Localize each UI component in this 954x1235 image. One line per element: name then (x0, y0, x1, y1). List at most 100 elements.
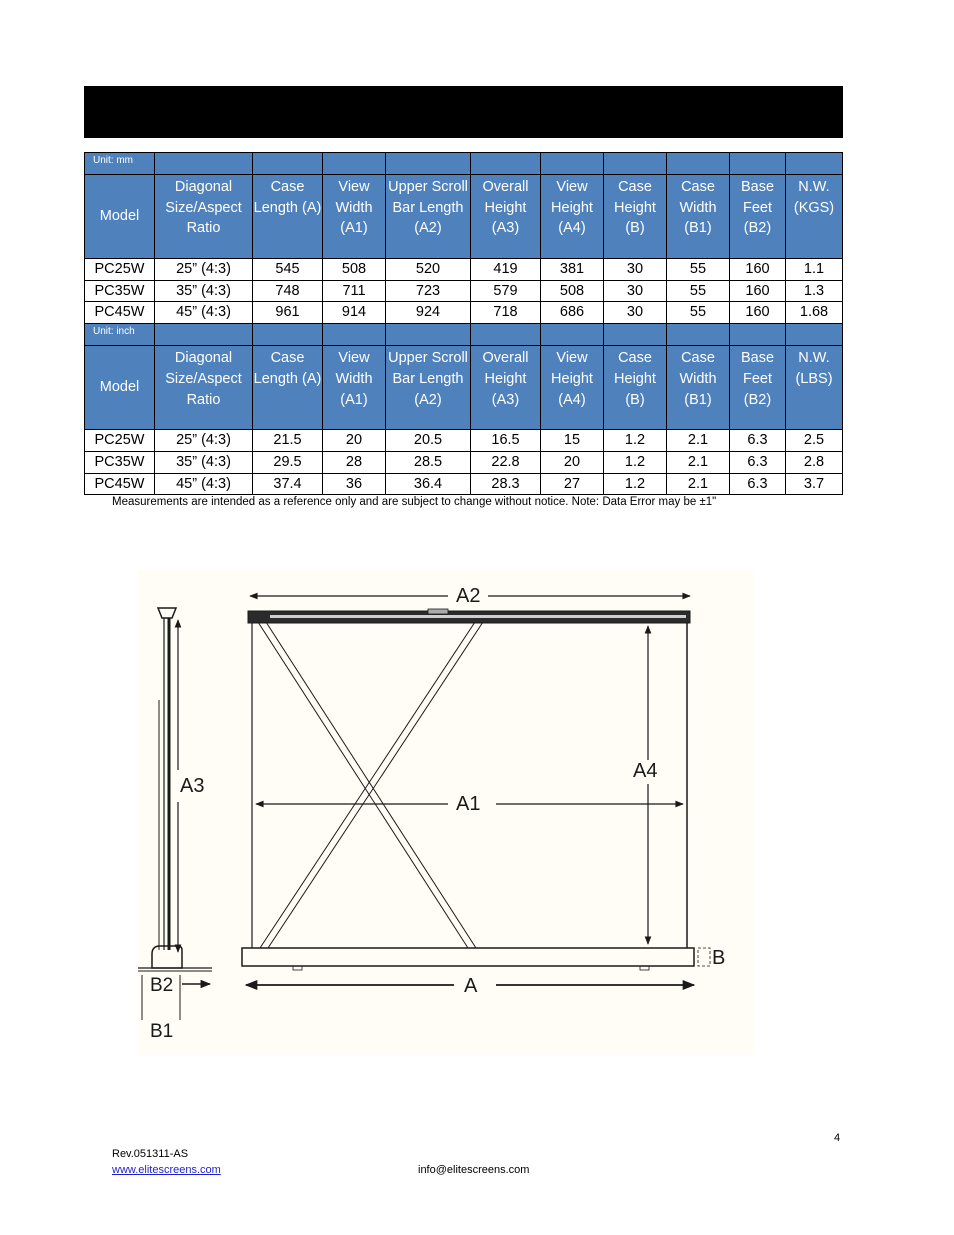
header-row: Model Diagonal Size/Aspect Ratio Case Leng… (84, 174, 843, 259)
value-cell: 36.4 (385, 472, 471, 496)
column-header: Diagonal Size/Aspect Ratio (154, 174, 253, 259)
blank-header-cell (470, 323, 541, 347)
value-cell: 381 (540, 258, 604, 281)
value-cell: 27 (540, 472, 604, 496)
table-row: PC45W 45” (4:3) 37.4 36 36.4 28.3 27 1.2 2.1 6.3 3… (84, 472, 843, 496)
blank-header-cell (540, 152, 604, 175)
value-cell: 29.5 (252, 450, 323, 474)
value-cell: 22.8 (470, 450, 541, 474)
value-cell: 45” (4:3) (154, 472, 253, 496)
value-cell: 55 (666, 301, 730, 325)
value-cell: 718 (470, 301, 541, 325)
value-cell: 1.2 (603, 429, 667, 452)
column-header: Overall Height (A3) (470, 174, 541, 259)
blank-header-cell (540, 323, 604, 347)
table-row: PC25W 25” (4:3) 21.5 20 20.5 16.5 15 1.2 2.1 6.3 2… (84, 429, 843, 452)
website-link[interactable]: www.elitescreens.com (112, 1164, 221, 1176)
model-cell: PC25W (84, 429, 155, 452)
value-cell: 508 (322, 258, 386, 281)
value-cell: 160 (729, 279, 786, 303)
blank-header-cell (154, 152, 253, 175)
model-cell: PC25W (84, 258, 155, 281)
value-cell: 1.68 (785, 301, 843, 325)
value-cell: 520 (385, 258, 471, 281)
value-cell: 30 (603, 279, 667, 303)
column-header: Case Width (B1) (666, 174, 730, 259)
value-cell: 20 (322, 429, 386, 452)
column-header: Case Length (A) (252, 174, 323, 259)
column-header: Model (84, 345, 155, 431)
page-number: 4 (834, 1132, 841, 1144)
blank-header-cell (666, 152, 730, 175)
blank-header-cell (729, 152, 786, 175)
value-cell: 28.3 (470, 472, 541, 496)
column-header: Upper Scroll Bar Length (A2) (385, 174, 471, 259)
model-cell: PC35W (84, 450, 155, 474)
value-cell: 37.4 (252, 472, 323, 496)
blank-header-cell (603, 323, 667, 347)
value-cell: 914 (322, 301, 386, 325)
blank-header-cell (729, 323, 786, 347)
blank-header-cell (785, 152, 843, 175)
value-cell: 16.5 (470, 429, 541, 452)
value-cell: 579 (470, 279, 541, 303)
value-cell: 160 (729, 301, 786, 325)
value-cell: 545 (252, 258, 323, 281)
section-title-bar (84, 86, 843, 138)
column-header: N.W. (LBS) (785, 345, 843, 431)
value-cell: 6.3 (729, 429, 786, 452)
table-row: PC35W 35” (4:3) 29.5 28 28.5 22.8 20 1.2 2.1 6.3 2… (84, 450, 843, 474)
column-header: Case Length (A) (252, 345, 323, 431)
value-cell: 20 (540, 450, 604, 474)
label-a4: A4 (633, 760, 657, 782)
label-a3: A3 (180, 775, 204, 797)
value-cell: 2.1 (666, 450, 730, 474)
value-cell: 6.3 (729, 472, 786, 496)
value-cell: 2.1 (666, 472, 730, 496)
blank-header-cell (666, 323, 730, 347)
label-a: A (464, 975, 478, 997)
blank-header-cell (322, 323, 386, 347)
table-row: PC45W 45” (4:3) 961 914 924 718 686 30 55 160 1.68 (84, 301, 843, 325)
blank-header-cell (385, 323, 471, 347)
column-header: View Width (A1) (322, 345, 386, 431)
model-cell: PC35W (84, 279, 155, 303)
column-header: Base Feet (B2) (729, 345, 786, 431)
blank-header-cell (785, 323, 843, 347)
blank-header-cell (603, 152, 667, 175)
column-header: Model (84, 174, 155, 259)
value-cell: 15 (540, 429, 604, 452)
column-header: Overall Height (A3) (470, 345, 541, 431)
value-cell: 28 (322, 450, 386, 474)
value-cell: 686 (540, 301, 604, 325)
value-cell: 748 (252, 279, 323, 303)
value-cell: 723 (385, 279, 471, 303)
column-header: Case Height (B) (603, 174, 667, 259)
blank-header-cell (252, 323, 323, 347)
value-cell: 21.5 (252, 429, 323, 452)
value-cell: 45” (4:3) (154, 301, 253, 325)
column-header: Case Height (B) (603, 345, 667, 431)
header-row: Model Diagonal Size/Aspect Ratio Case Leng… (84, 345, 843, 431)
value-cell: 36 (322, 472, 386, 496)
value-cell: 28.5 (385, 450, 471, 474)
value-cell: 1.1 (785, 258, 843, 281)
model-cell: PC45W (84, 301, 155, 325)
value-cell: 25” (4:3) (154, 258, 253, 281)
label-b2: B2 (150, 975, 173, 996)
table-row: PC35W 35” (4:3) 748 711 723 579 508 30 55 160 1.3 (84, 279, 843, 303)
value-cell: 20.5 (385, 429, 471, 452)
screen-dimension-diagram: A3 B2 B1 A2 A1 A4 A B (138, 570, 754, 1054)
value-cell: 711 (322, 279, 386, 303)
value-cell: 508 (540, 279, 604, 303)
column-header: Diagonal Size/Aspect Ratio (154, 345, 253, 431)
label-a2: A2 (456, 585, 480, 607)
value-cell: 25” (4:3) (154, 429, 253, 452)
label-a1: A1 (456, 793, 480, 815)
revision-code: Rev.051311-AS (112, 1148, 189, 1160)
label-b1: B1 (150, 1021, 173, 1042)
value-cell: 2.8 (785, 450, 843, 474)
spec-table: Unit: mm Model Diagonal Size/Aspect Ratio C… (84, 152, 843, 496)
email-address: info@elitescreens.com (418, 1164, 530, 1176)
column-header: View Height (A4) (540, 174, 604, 259)
